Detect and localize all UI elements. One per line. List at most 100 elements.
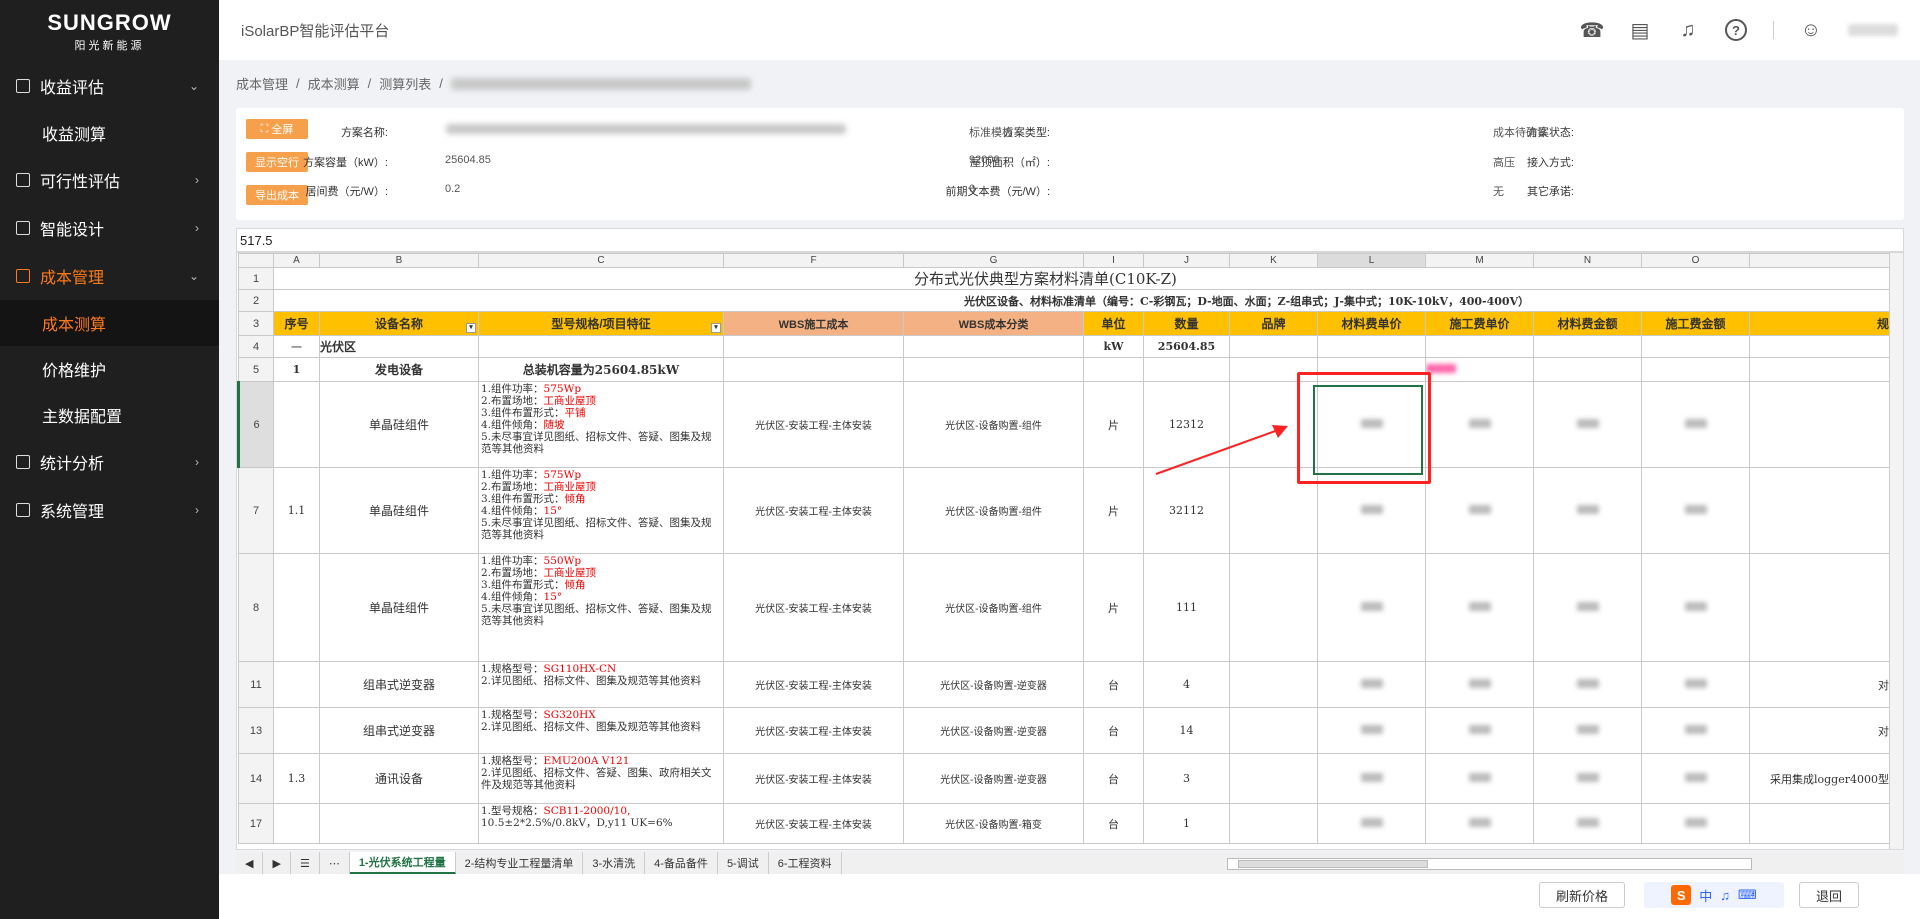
equip-name-cell[interactable]: 单晶硅组件: [319, 553, 479, 662]
breadcrumb-item[interactable]: 成本测算: [308, 74, 360, 93]
wbs-cost-cell[interactable]: 光伏区-安装工程-主体安装: [723, 661, 904, 708]
row-number[interactable]: 1: [238, 267, 274, 290]
sheet-title[interactable]: 分布式光伏典型方案材料清单(C10K-Z): [273, 267, 1890, 290]
vertical-scrollbar[interactable]: [1889, 253, 1903, 849]
wbs-class-cell[interactable]: 光伏区-设备购置-组件: [903, 553, 1084, 662]
horizontal-scrollbar[interactable]: [1227, 858, 1752, 870]
header-con-price[interactable]: 施工费单价: [1425, 311, 1534, 336]
unit-cell[interactable]: 片: [1083, 467, 1144, 554]
table-cell[interactable]: [1425, 357, 1534, 382]
header-wbs-class[interactable]: WBS成本分类: [903, 311, 1084, 336]
unit-cell[interactable]: 片: [1083, 553, 1144, 662]
spec2-cell[interactable]: 对: [1749, 661, 1890, 708]
help-icon[interactable]: ?: [1725, 19, 1747, 41]
spreadsheet[interactable]: A B C F G I J K L M N O 1 分布式光伏典型方案材料清单(…: [236, 252, 1904, 850]
con-price-cell[interactable]: [1425, 467, 1534, 554]
table-cell[interactable]: [723, 335, 904, 358]
equip-name-cell[interactable]: 组串式逆变器: [319, 661, 479, 708]
col-header[interactable]: F: [723, 253, 904, 268]
header-mat-price[interactable]: 材料费单价: [1317, 311, 1426, 336]
col-header[interactable]: J: [1143, 253, 1230, 268]
con-amount-cell[interactable]: [1641, 467, 1750, 554]
table-cell[interactable]: 25604.85: [1143, 335, 1230, 358]
row-number[interactable]: 2: [238, 289, 274, 312]
seq-cell[interactable]: [273, 661, 320, 708]
table-cell[interactable]: [1641, 357, 1750, 382]
wbs-class-cell[interactable]: 光伏区-设备购置-逆变器: [903, 661, 1084, 708]
tab-sheet-2[interactable]: 2-结构专业工程量清单: [456, 852, 584, 874]
mat-amount-cell[interactable]: [1533, 553, 1642, 662]
col-header[interactable]: M: [1425, 253, 1534, 268]
seq-cell[interactable]: [273, 803, 320, 844]
table-cell[interactable]: [1749, 335, 1890, 358]
refresh-price-button[interactable]: 刷新价格: [1539, 882, 1625, 908]
table-cell[interactable]: 总装机容量为25604.85kW: [478, 357, 724, 382]
ime-mic-icon[interactable]: ♫: [1720, 888, 1730, 903]
selected-cell[interactable]: [1313, 385, 1423, 475]
mat-price-cell[interactable]: [1317, 753, 1426, 804]
filter-icon[interactable]: ▾: [466, 323, 476, 333]
wbs-cost-cell[interactable]: 光伏区-安装工程-主体安装: [723, 803, 904, 844]
con-price-cell[interactable]: [1425, 553, 1534, 662]
spec-cell[interactable]: 1.组件功率：575Wp 2.布置场地：工商业屋顶 3.组件布置形式：平铺 4.组件倾…: [478, 381, 724, 468]
document-icon[interactable]: ▤: [1629, 19, 1651, 42]
mat-amount-cell[interactable]: [1533, 753, 1642, 804]
more-icon[interactable]: ⋯: [320, 852, 350, 874]
mat-price-cell[interactable]: [1317, 661, 1426, 708]
spec2-cell[interactable]: [1749, 467, 1890, 554]
con-price-cell[interactable]: [1425, 661, 1534, 708]
wbs-cost-cell[interactable]: 光伏区-安装工程-主体安装: [723, 753, 904, 804]
col-header[interactable]: B: [319, 253, 479, 268]
mat-amount-cell[interactable]: [1533, 803, 1642, 844]
table-cell[interactable]: kW: [1083, 335, 1144, 358]
col-header[interactable]: C: [478, 253, 724, 268]
qty-cell[interactable]: 111: [1143, 553, 1230, 662]
col-header[interactable]: G: [903, 253, 1084, 268]
table-cell[interactable]: 光伏区: [319, 335, 479, 358]
row-number[interactable]: 17: [238, 803, 274, 844]
header-con-amount[interactable]: 施工费金额: [1641, 311, 1750, 336]
breadcrumb-item[interactable]: 测算列表: [379, 74, 431, 93]
header-brand[interactable]: 品牌: [1229, 311, 1318, 336]
unit-cell[interactable]: 台: [1083, 661, 1144, 708]
table-cell[interactable]: [1641, 335, 1750, 358]
tab-sheet-6[interactable]: 6-工程资料: [769, 852, 842, 874]
seq-cell[interactable]: [273, 553, 320, 662]
con-amount-cell[interactable]: [1641, 803, 1750, 844]
wbs-cost-cell[interactable]: 光伏区-安装工程-主体安装: [723, 707, 904, 754]
header-wbs-cost[interactable]: WBS施工成本: [723, 311, 904, 336]
spec-cell[interactable]: 1.规格型号：EMU200A V121 2.详见图纸、招标文件、答疑、图集、政府相…: [478, 753, 724, 804]
col-header[interactable]: L: [1317, 253, 1426, 268]
col-header[interactable]: A: [273, 253, 320, 268]
con-amount-cell[interactable]: [1641, 753, 1750, 804]
spec2-cell[interactable]: [1749, 803, 1890, 844]
wbs-class-cell[interactable]: 光伏区-设备购置-组件: [903, 381, 1084, 468]
con-amount-cell[interactable]: [1641, 707, 1750, 754]
col-header[interactable]: K: [1229, 253, 1318, 268]
wbs-cost-cell[interactable]: 光伏区-安装工程-主体安装: [723, 467, 904, 554]
nav-price-maint[interactable]: 价格维护: [0, 346, 219, 392]
wbs-class-cell[interactable]: 光伏区-设备购置-逆变器: [903, 753, 1084, 804]
seq-cell[interactable]: 1.3: [273, 753, 320, 804]
brand-cell[interactable]: [1229, 707, 1318, 754]
nav-revenue-calc[interactable]: 收益测算: [0, 110, 219, 156]
sheet-subtitle[interactable]: 光伏区设备、材料标准清单（编号：C-彩钢瓦；D-地面、水面；Z-组串式；J-集中…: [273, 289, 1890, 312]
row-number[interactable]: 14: [238, 753, 274, 804]
equip-name-cell[interactable]: 组串式逆变器: [319, 707, 479, 754]
table-cell[interactable]: [478, 335, 724, 358]
row-number[interactable]: 13: [238, 707, 274, 754]
wbs-cost-cell[interactable]: 光伏区-安装工程-主体安装: [723, 553, 904, 662]
nav-revenue-eval[interactable]: 收益评估 ⌄: [0, 62, 219, 110]
spec2-cell[interactable]: [1749, 553, 1890, 662]
unit-cell[interactable]: 片: [1083, 381, 1144, 468]
spec2-cell[interactable]: 对: [1749, 707, 1890, 754]
qty-cell[interactable]: 32112: [1143, 467, 1230, 554]
table-cell[interactable]: [1749, 357, 1890, 382]
table-cell[interactable]: 一: [273, 335, 320, 358]
brand-cell[interactable]: [1229, 661, 1318, 708]
sheet-grid[interactable]: A B C F G I J K L M N O 1 分布式光伏典型方案材料清单(…: [237, 253, 1890, 844]
headset-icon[interactable]: ☎: [1580, 19, 1605, 42]
mat-amount-cell[interactable]: [1533, 467, 1642, 554]
unit-cell[interactable]: 台: [1083, 803, 1144, 844]
con-price-cell[interactable]: [1425, 753, 1534, 804]
